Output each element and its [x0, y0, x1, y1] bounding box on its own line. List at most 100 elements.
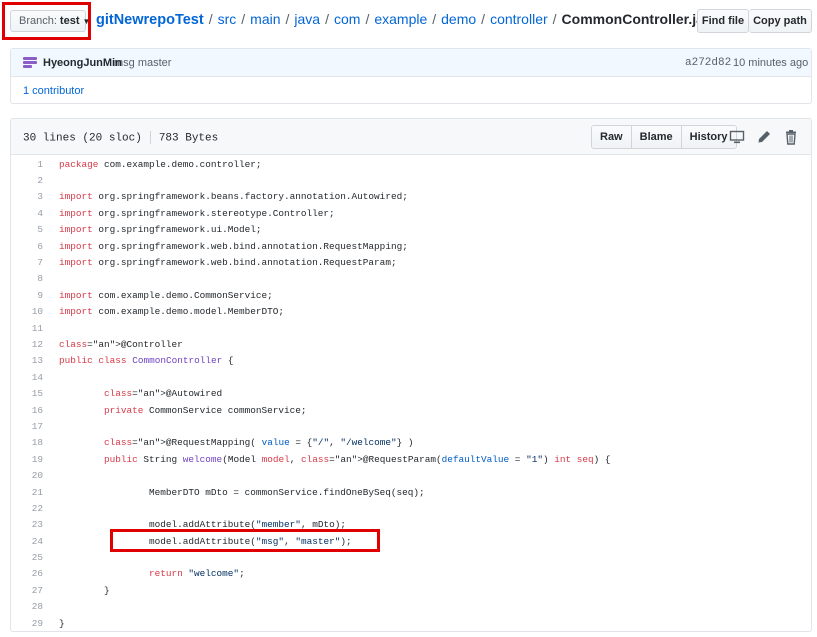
- line-number[interactable]: 18: [11, 437, 43, 448]
- code-line: 2: [11, 172, 811, 188]
- breadcrumb-repo-link[interactable]: gitNewrepoTest: [96, 12, 204, 28]
- line-number[interactable]: 25: [11, 552, 43, 563]
- code-line: 10 import com.example.demo.model.MemberDT…: [11, 304, 811, 320]
- line-content: import com.example.demo.model.MemberDTO;: [59, 306, 285, 318]
- line-number[interactable]: 26: [11, 568, 43, 579]
- file-viewer: 30 lines (20 sloc) 783 Bytes Raw Blame Hi…: [10, 118, 812, 632]
- line-content: private CommonService commonService;: [104, 404, 307, 416]
- copy-path-button[interactable]: Copy path: [749, 9, 812, 33]
- code-line: 29}: [11, 615, 811, 631]
- line-number[interactable]: 9: [11, 290, 43, 301]
- pencil-icon[interactable]: [756, 129, 772, 145]
- line-content: class="an">@Controller: [59, 338, 183, 350]
- line-number[interactable]: 4: [11, 208, 43, 219]
- avatar[interactable]: [23, 57, 37, 69]
- line-number[interactable]: 22: [11, 503, 43, 514]
- line-number[interactable]: 28: [11, 601, 43, 612]
- line-number[interactable]: 23: [11, 519, 43, 530]
- line-number[interactable]: 15: [11, 388, 43, 399]
- line-number[interactable]: 7: [11, 257, 43, 268]
- breadcrumb-segment-link[interactable]: src: [218, 11, 237, 27]
- line-number[interactable]: 20: [11, 470, 43, 481]
- blame-button[interactable]: Blame: [631, 126, 682, 148]
- line-content: public class CommonController {: [59, 355, 234, 367]
- line-number[interactable]: 27: [11, 585, 43, 596]
- line-content: import org.springframework.beans.factory…: [59, 191, 408, 203]
- line-number[interactable]: 10: [11, 306, 43, 317]
- breadcrumb-current-file: CommonController.java: [561, 11, 720, 27]
- code-line: 26 return "welcome";: [11, 566, 811, 582]
- code-line: 3 import org.springframework.beans.factor…: [11, 189, 811, 205]
- line-number[interactable]: 1: [11, 159, 43, 170]
- code-line: 18 class="an">@RequestMapping( value = {…: [11, 435, 811, 451]
- commit-info-box: HyeongJunMin msg master a272d82 10 minut…: [10, 48, 812, 104]
- line-number[interactable]: 19: [11, 454, 43, 465]
- line-content: package com.example.demo.controller;: [59, 158, 262, 170]
- highlight-box-line-24: [110, 529, 380, 552]
- line-content: class="an">@RequestMapping( value = {"/"…: [104, 437, 414, 449]
- breadcrumb-separator: /: [552, 11, 557, 27]
- desktop-icon[interactable]: [729, 129, 745, 145]
- code-line: 27 }: [11, 582, 811, 598]
- commit-author-link[interactable]: HyeongJunMin: [43, 57, 122, 69]
- file-header: 30 lines (20 sloc) 783 Bytes Raw Blame Hi…: [11, 119, 811, 155]
- breadcrumb-separator: /: [432, 11, 437, 27]
- history-button[interactable]: History: [681, 126, 736, 148]
- commit-time: 10 minutes ago: [733, 57, 809, 69]
- commit-message-link[interactable]: msg master: [114, 57, 171, 69]
- line-number[interactable]: 8: [11, 273, 43, 284]
- file-lines-info: 30 lines (20 sloc): [23, 132, 142, 145]
- line-number[interactable]: 24: [11, 536, 43, 547]
- line-content: import com.example.demo.CommonService;: [59, 289, 273, 301]
- code-line: 16 private CommonService commonService;: [11, 402, 811, 418]
- line-number[interactable]: 3: [11, 191, 43, 202]
- line-number[interactable]: 2: [11, 175, 43, 186]
- line-number[interactable]: 16: [11, 405, 43, 416]
- breadcrumb-separator: /: [285, 11, 290, 27]
- line-content: MemberDTO mDto = commonService.findOneBy…: [59, 486, 425, 498]
- code-line: 14: [11, 369, 811, 385]
- line-content: class="an">@Autowired: [104, 388, 223, 400]
- file-info: 30 lines (20 sloc) 783 Bytes: [23, 131, 218, 144]
- code-line: 12 class="an">@Controller: [11, 336, 811, 352]
- commit-sha-link[interactable]: a272d82: [685, 57, 731, 69]
- line-number[interactable]: 5: [11, 224, 43, 235]
- line-number[interactable]: 13: [11, 355, 43, 366]
- line-content: import org.springframework.stereotype.Co…: [59, 207, 335, 219]
- line-number[interactable]: 21: [11, 487, 43, 498]
- line-number[interactable]: 14: [11, 372, 43, 383]
- raw-button[interactable]: Raw: [592, 126, 632, 148]
- contributors-link[interactable]: 1 contributor: [23, 85, 84, 97]
- breadcrumb-segment-link[interactable]: controller: [490, 11, 548, 27]
- breadcrumb: gitNewrepoTest / src / main / java / com / example…: [96, 11, 719, 28]
- line-number[interactable]: 12: [11, 339, 43, 350]
- code-line: 5 import org.springframework.ui.Model;: [11, 222, 811, 238]
- breadcrumb-segment-link[interactable]: java: [294, 11, 320, 27]
- breadcrumb-segment-link[interactable]: demo: [441, 11, 476, 27]
- code-line: 8: [11, 271, 811, 287]
- line-content: import org.springframework.web.bind.anno…: [59, 257, 397, 269]
- file-size: 783 Bytes: [158, 132, 219, 145]
- line-content: }: [59, 617, 65, 629]
- code-line: 13 public class CommonController {: [11, 353, 811, 369]
- highlight-box-branch: [2, 2, 91, 40]
- trash-icon[interactable]: [783, 129, 799, 145]
- line-content: import org.springframework.ui.Model;: [59, 224, 262, 236]
- breadcrumb-separator: /: [325, 11, 329, 27]
- divider: [149, 131, 151, 144]
- breadcrumb-segment-link[interactable]: com: [334, 11, 360, 27]
- code-body: 1 package com.example.demo.controller; 2 3 i…: [11, 156, 811, 631]
- line-number[interactable]: 17: [11, 421, 43, 432]
- latest-commit-bar: HyeongJunMin msg master a272d82 10 minut…: [11, 49, 811, 77]
- code-line: 9 import com.example.demo.CommonService;: [11, 287, 811, 303]
- code-line: 7 import org.springframework.web.bind.ann…: [11, 254, 811, 270]
- breadcrumb-segment-link[interactable]: main: [250, 11, 280, 27]
- line-number[interactable]: 6: [11, 241, 43, 252]
- line-number[interactable]: 11: [11, 323, 43, 334]
- find-file-button[interactable]: Find file: [697, 9, 749, 33]
- code-line: 19 public String welcome(Model model, cl…: [11, 451, 811, 467]
- line-number[interactable]: 29: [11, 618, 43, 629]
- code-line: 17: [11, 418, 811, 434]
- code-line: 21 MemberDTO mDto = commonService.findOn…: [11, 484, 811, 500]
- breadcrumb-segment-link[interactable]: example: [374, 11, 427, 27]
